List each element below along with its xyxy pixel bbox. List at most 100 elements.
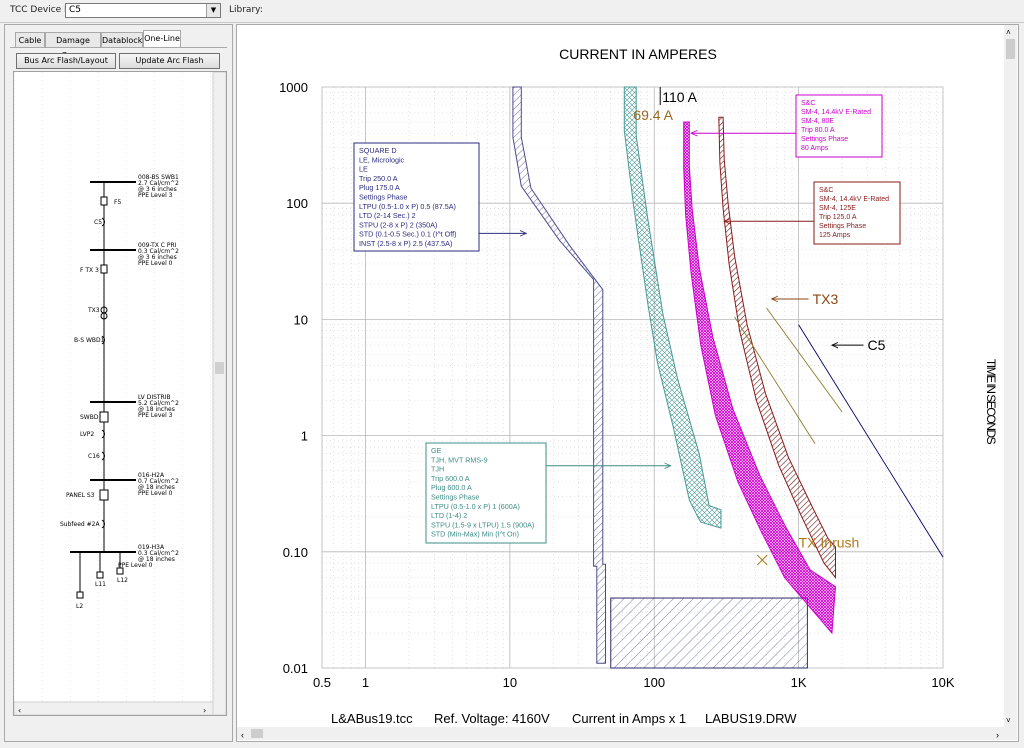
datablock-line: S&C	[801, 100, 815, 107]
datablock-line: Settings Phase	[359, 193, 407, 202]
datablock-line: Trip 125.0 A	[819, 214, 857, 221]
datablock-line: LE, Micrologic	[359, 155, 405, 164]
tcc-chart[interactable]: 0.5 1 10 100 1K 10K 1000 100 10 1 0.10 0.01 110 A 6…	[237, 25, 1018, 741]
device-label: LVP2	[80, 431, 94, 438]
datablock-line: STPU (1.5-9 x LTPU) 1.5 (900A)	[431, 520, 534, 529]
y-tick-label: 1000	[279, 80, 308, 95]
device-label: L2	[76, 603, 83, 610]
datablock-line: Trip 80.0 A	[801, 127, 835, 134]
marker-label-69a: 69.4 A	[633, 107, 673, 123]
tcc-curve-band	[512, 86, 606, 664]
update-arc-flash-button[interactable]: Update Arc Flash Results	[119, 53, 220, 79]
chevron-down-icon[interactable]: ▼	[206, 4, 220, 17]
datablock-line: SM-4, 125E	[819, 205, 856, 212]
x-tick-label: 0.5	[313, 675, 331, 690]
datablock-line: 125 Amps	[819, 232, 851, 239]
datablock-ge[interactable]: GETJH, MVT RMS-9TJHTrip 600.0 APlug 600.…	[425, 442, 671, 544]
footer-multiplier: Current in Amps x 1	[572, 711, 686, 726]
datablock-line: Settings Phase	[431, 493, 479, 502]
device-label: SWBD	[80, 414, 99, 421]
tab-datablock[interactable]: Datablock	[101, 32, 143, 47]
curve-box-square-d-le-inst	[610, 597, 808, 669]
marker-label-110a: 110 A	[662, 89, 697, 105]
device-label: L11	[95, 581, 106, 588]
device-label: F TX 3	[80, 267, 99, 274]
datablock-line: STD (Min-Max) Min (I^t On)	[431, 530, 519, 539]
device-label: L12	[117, 577, 128, 584]
y-tick-label: 10	[294, 312, 308, 327]
footer-drawing: LABUS19.DRW	[705, 711, 797, 726]
footer-voltage: Ref. Voltage: 4160V	[434, 711, 550, 726]
device-label: F5	[114, 199, 121, 206]
device-label: PANEL S3	[66, 492, 95, 499]
horizontal-scrollbar[interactable]	[237, 727, 1017, 740]
tab-damage-curve[interactable]: Damage Curve	[45, 32, 101, 60]
datablock-line: Trip 600.0 A	[431, 474, 470, 483]
datablock-line: SM-4, 14.4kV E-Rated	[819, 196, 889, 203]
chart-footer: L&ABus19.tcc Ref. Voltage: 4160V Current…	[331, 711, 797, 726]
datablock-line: S&C	[819, 187, 833, 194]
tcc-plot-window: 0.5 1 10 100 1K 10K 1000 100 10 1 0.10 0.01 110 A 6…	[236, 24, 1019, 742]
x-tick-label: 10K	[931, 675, 954, 690]
device-label: B-S WBD1	[74, 337, 105, 344]
datablock-line: Settings Phase	[819, 223, 866, 230]
x-tick-label: 10	[503, 675, 517, 690]
bus-arc-flash-button[interactable]: Bus Arc Flash/Layout	[16, 53, 116, 69]
datablock-line: Settings Phase	[801, 136, 848, 143]
datablock-line: STD (0.1-0.5 Sec.) 0.1 (I^t Off)	[359, 230, 457, 239]
datablock-line: SM-4, 80E	[801, 118, 834, 125]
y-axis-label: TIME IN SECONDS	[984, 359, 998, 445]
device-label: C5	[94, 219, 102, 226]
chevron-left-icon[interactable]: ‹	[18, 706, 21, 715]
datablock-line: Plug 600.0 A	[431, 483, 472, 492]
chevron-down-icon[interactable]: ˅	[1006, 716, 1011, 725]
curve-label: TX3	[813, 291, 839, 307]
datablock-line: LTPU (0.5-1.0 x P) 0.5 (87.5A)	[359, 202, 456, 211]
tab-cable[interactable]: Cable	[15, 32, 45, 47]
datablock-line: STPU (2-8 x P) 2 (350A)	[359, 220, 437, 229]
x-tick-label: 100	[643, 675, 665, 690]
device-label: Subfeed #2A	[60, 521, 100, 528]
datablock-line: GE	[431, 446, 442, 455]
datablock-sc-125e[interactable]: S&C SM-4, 14.4kV E-Rated SM-4, 125E Trip 12…	[724, 181, 901, 245]
chevron-left-icon[interactable]: ‹	[241, 730, 244, 740]
datablock-line: TJH, MVT RMS-9	[431, 455, 488, 464]
footer-file: L&ABus19.tcc	[331, 711, 413, 726]
tab-one-line[interactable]: One-Line	[143, 30, 181, 48]
tcc-curve-line	[766, 307, 843, 413]
device-label: C16	[88, 453, 100, 460]
curve-label: C5	[868, 337, 886, 353]
bus-ppe: PPE Level 0	[138, 490, 173, 497]
chevron-up-icon[interactable]: ˄	[1006, 28, 1011, 37]
bus-ppe: PPE Level 0	[138, 260, 173, 267]
device-selected-value: C5	[69, 5, 82, 15]
scrollbar-thumb[interactable]	[251, 729, 263, 738]
datablock-line: 80 Amps	[801, 145, 829, 152]
scrollbar-thumb[interactable]	[1006, 39, 1015, 59]
datablock-line: Trip 250.0 A	[359, 174, 398, 183]
chevron-right-icon[interactable]: ›	[203, 706, 206, 715]
scrollbar-thumb[interactable]	[215, 362, 224, 374]
y-tick-label: 100	[286, 196, 308, 211]
y-tick-label: 1	[301, 429, 308, 444]
datablock-line: LTPU (0.5-1.0 x P) 1 (600A)	[431, 502, 520, 511]
bus-ppe: PPE Level 3	[138, 192, 173, 199]
datablock-square-d[interactable]: SQUARE DLE, MicrologicLETrip 250.0 APlug…	[353, 142, 526, 252]
datablock-line: SQUARE D	[359, 146, 397, 155]
left-panel: Cable Damage Curve Datablock One-Line Bu…	[4, 24, 233, 742]
bus-ppe: PPE Level 0	[118, 562, 153, 569]
library-label: Library:	[229, 5, 263, 15]
x-tick-label: 1	[362, 675, 369, 690]
chart-title: CURRENT IN AMPERES	[559, 46, 717, 62]
device-list-select[interactable]: C5 ▼	[65, 3, 221, 18]
bus-ppe: PPE Level 3	[138, 412, 173, 419]
curve-label: TX Inrush	[799, 535, 860, 551]
tx-inrush-marker	[756, 554, 768, 566]
datablock-line: TJH	[431, 465, 444, 474]
chevron-right-icon[interactable]: ›	[996, 730, 999, 740]
y-tick-label: 0.10	[283, 545, 308, 560]
vertical-scrollbar[interactable]	[1004, 25, 1017, 727]
datablock-line: LTD (1-4) 2	[431, 511, 467, 520]
device-label: TX3	[87, 307, 100, 314]
x-tick-label: 1K	[791, 675, 807, 690]
